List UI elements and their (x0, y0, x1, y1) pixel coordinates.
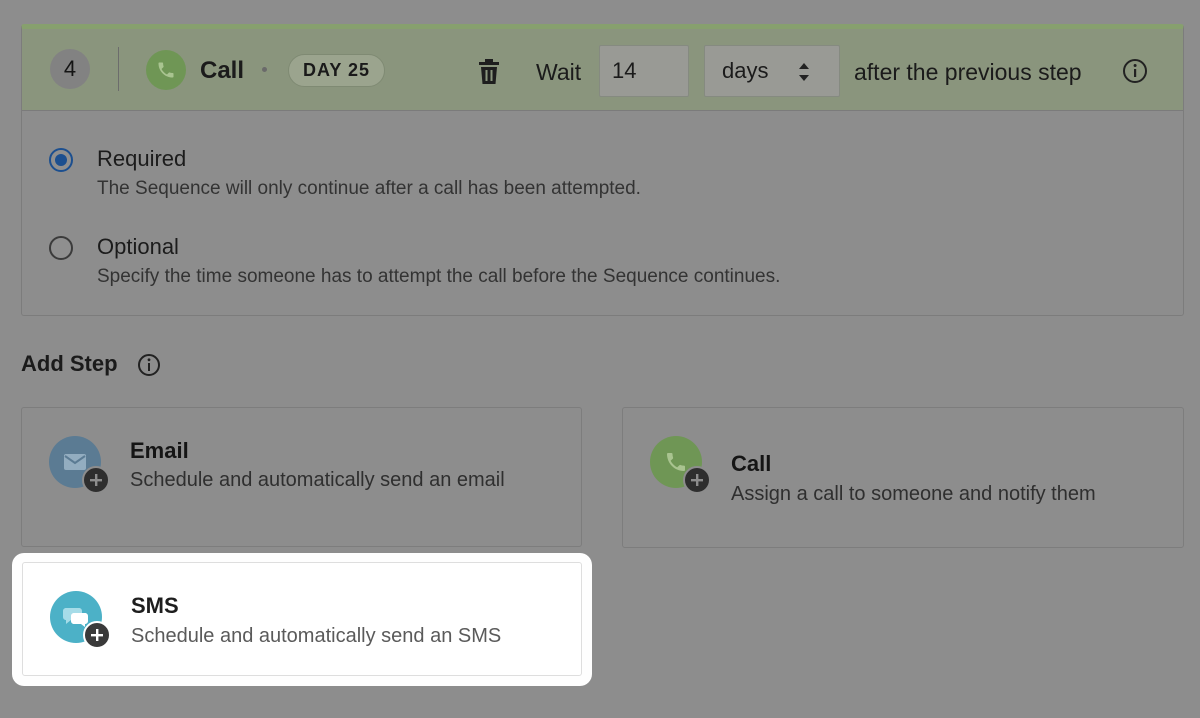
plus-icon (683, 466, 711, 494)
add-step-heading: Add Step (21, 351, 118, 376)
option-title: Optional (97, 234, 179, 259)
card-title: Email (130, 438, 189, 463)
updown-chevron-icon (799, 63, 809, 81)
phone-icon (146, 50, 186, 90)
wait-duration-input[interactable] (599, 45, 689, 97)
sms-step-icon (50, 591, 114, 655)
header-divider (118, 47, 119, 91)
separator-dot (262, 67, 267, 72)
add-sms-step-card[interactable]: SMS Schedule and automatically send an S… (22, 562, 582, 676)
step-header: 4 Call DAY 25 Wait days after the previo… (22, 29, 1183, 111)
card-description: Schedule and automatically send an SMS (131, 625, 502, 647)
option-title: Required (97, 146, 187, 171)
add-call-step-card[interactable]: Call Assign a call to someone and notify… (622, 407, 1184, 548)
trash-icon[interactable] (477, 59, 501, 85)
wait-unit-value: days (722, 58, 769, 83)
info-icon[interactable] (137, 353, 161, 377)
plus-icon (83, 621, 111, 649)
step-number: 4 (50, 49, 90, 89)
info-icon[interactable] (1122, 58, 1148, 84)
card-title: Call (731, 451, 772, 476)
wait-label: Wait (536, 59, 582, 85)
add-email-step-card[interactable]: Email Schedule and automatically send an… (21, 407, 582, 547)
optional-radio[interactable] (49, 236, 73, 260)
option-description: The Sequence will only continue after a … (97, 178, 641, 199)
step-type-label: Call (200, 57, 245, 84)
option-description: Specify the time someone has to attempt … (97, 266, 781, 287)
card-title: SMS (131, 593, 179, 618)
after-previous-step-text: after the previous step (854, 59, 1082, 85)
required-radio[interactable] (49, 148, 73, 172)
sequence-step-card: 4 Call DAY 25 Wait days after the previo… (21, 24, 1184, 316)
wait-unit-select[interactable]: days (704, 45, 840, 97)
card-description: Schedule and automatically send an email (130, 469, 505, 491)
email-step-icon (49, 436, 113, 500)
call-step-icon (650, 436, 714, 500)
day-badge: DAY 25 (288, 54, 386, 87)
card-description: Assign a call to someone and notify them (731, 483, 1096, 505)
plus-icon (82, 466, 110, 494)
